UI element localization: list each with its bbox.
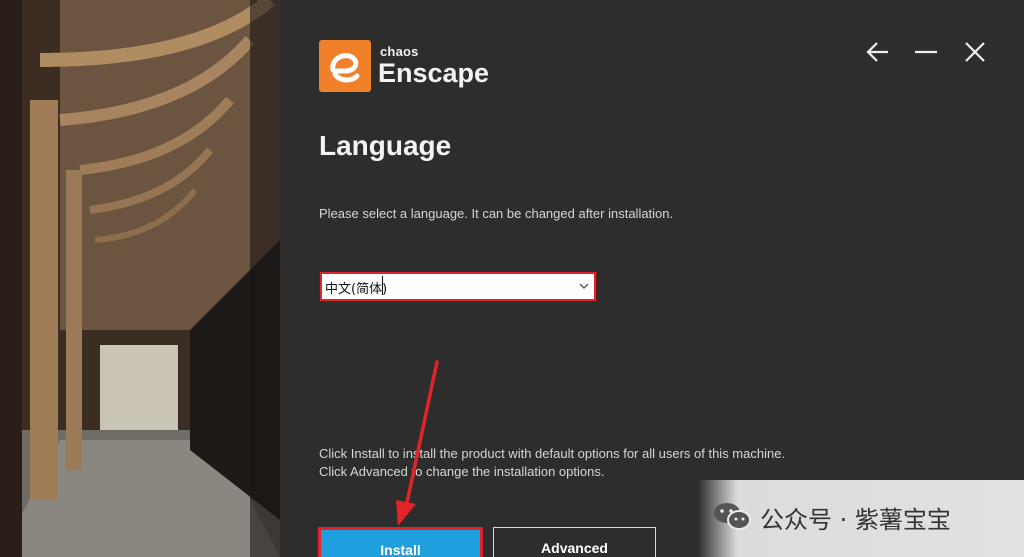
text-caret bbox=[382, 276, 383, 295]
brand-product: Enscape bbox=[378, 58, 490, 88]
brand-company: chaos bbox=[380, 44, 419, 59]
close-button[interactable] bbox=[961, 38, 989, 66]
watermark-text: 公众号 · 紫薯宝宝 bbox=[760, 506, 951, 534]
page-description: Please select a language. It can be chan… bbox=[319, 206, 674, 221]
language-select[interactable]: 中文(简体) bbox=[320, 272, 596, 301]
advanced-button[interactable]: Advanced bbox=[493, 527, 656, 557]
info-line-advanced: Click Advanced to change the installatio… bbox=[319, 464, 605, 479]
info-line-install: Click Install to install the product wit… bbox=[319, 446, 786, 461]
page-title: Language bbox=[319, 130, 452, 161]
hero-photo bbox=[0, 0, 280, 557]
minimize-button[interactable] bbox=[912, 38, 940, 66]
minimize-icon bbox=[915, 50, 937, 54]
language-select-value: 中文(简体) bbox=[325, 282, 388, 297]
wechat-icon bbox=[714, 503, 751, 530]
enscape-logo-icon bbox=[330, 53, 360, 83]
close-icon bbox=[965, 42, 985, 62]
arrow-left-icon bbox=[866, 42, 888, 62]
back-button[interactable] bbox=[864, 38, 892, 66]
chevron-down-icon[interactable] bbox=[578, 280, 590, 292]
install-button[interactable]: Install bbox=[318, 527, 483, 557]
enscape-logo bbox=[319, 40, 371, 92]
